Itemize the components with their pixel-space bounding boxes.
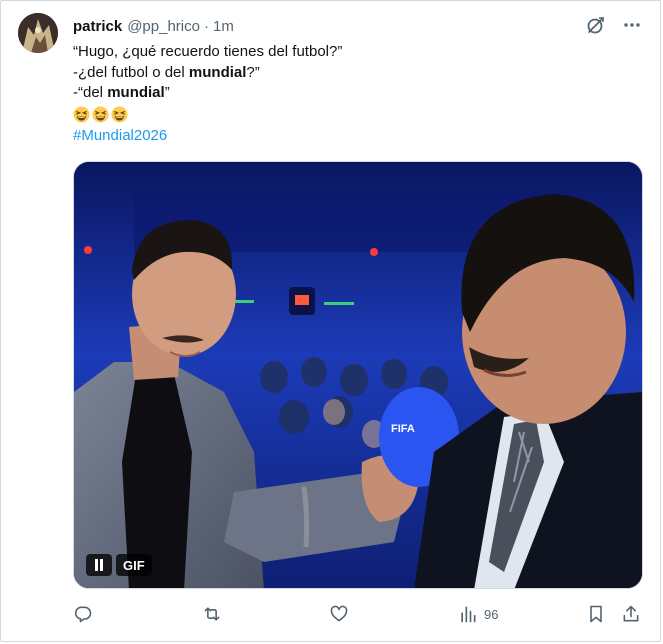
avatar[interactable] — [18, 13, 58, 53]
share-icon — [623, 605, 639, 622]
retweet-icon — [204, 607, 220, 621]
action-bar: 96 — [73, 602, 645, 626]
text-line-2: -¿del futbol o del mundial?” — [73, 63, 633, 84]
timestamp[interactable]: 1m — [213, 18, 234, 35]
analytics-icon — [461, 606, 476, 623]
laughing-emoji-icon — [92, 106, 109, 123]
mic-flag-text: FIFA — [391, 423, 415, 435]
tweet-header: patrick @pp_hrico · 1m — [73, 15, 234, 37]
reply-button[interactable] — [73, 602, 93, 626]
pause-button[interactable] — [86, 554, 112, 576]
separator-dot: · — [203, 17, 209, 35]
text-line-3: -“del mundial” — [73, 83, 633, 104]
gif-label: GIF — [116, 554, 152, 576]
top-actions — [586, 15, 642, 35]
gif-media[interactable]: FIFA GIF — [73, 161, 643, 589]
hashtag-link[interactable]: #Mundial2026 — [73, 126, 633, 147]
share-button[interactable] — [621, 602, 641, 626]
retweet-button[interactable] — [201, 602, 223, 626]
gif-badge: GIF — [86, 554, 152, 576]
bookmark-icon — [590, 605, 602, 623]
heart-icon — [330, 605, 348, 622]
author-name[interactable]: patrick — [73, 18, 122, 35]
laughing-emoji-icon — [73, 106, 90, 123]
text-fragment: -¿del futbol o del — [73, 63, 189, 81]
laughing-emoji-icon — [111, 106, 128, 123]
views-button[interactable]: 96 — [458, 602, 498, 626]
text-fragment: -“del — [73, 84, 108, 101]
tweet-text: “Hugo, ¿qué recuerdo tienes del futbol?”… — [73, 42, 633, 146]
reply-icon — [74, 606, 92, 623]
bold-word: mundial — [188, 63, 247, 81]
like-button[interactable] — [329, 602, 349, 626]
text-line-1: “Hugo, ¿qué recuerdo tienes del futbol?” — [73, 43, 343, 60]
author-handle[interactable]: @pp_hrico — [127, 18, 200, 35]
text-fragment: ” — [164, 84, 170, 101]
tweet-card[interactable]: patrick @pp_hrico · 1m “Hugo, ¿qué recue… — [0, 0, 661, 642]
emoji-row — [73, 105, 633, 125]
grok-icon[interactable] — [586, 15, 606, 35]
text-fragment: ?” — [246, 63, 260, 81]
bold-word: mundial — [107, 84, 165, 101]
bookmark-button[interactable] — [586, 602, 606, 626]
views-count: 96 — [484, 606, 499, 622]
pause-icon — [95, 559, 103, 571]
more-icon[interactable] — [622, 15, 642, 35]
gif-frame-image: FIFA — [74, 162, 642, 588]
